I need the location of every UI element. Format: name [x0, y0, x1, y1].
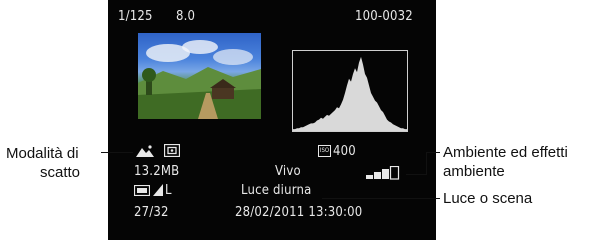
callout-ambience-line2: ambiente	[443, 163, 505, 180]
iso-value: 400	[333, 144, 356, 159]
image-quality-icon	[134, 185, 150, 196]
landscape-photo	[138, 40, 261, 119]
camera-lcd-screen: 1/125 8.0 100-0032 ISO 400 13.2MB Vivo L…	[108, 0, 436, 240]
landscape-icon	[136, 145, 154, 157]
leader-line-light-scene	[322, 198, 440, 200]
jpeg-fine-icon	[153, 184, 163, 196]
image-counter: 27/32	[134, 205, 169, 220]
file-number: 100-0032	[355, 9, 413, 24]
histogram-graph	[293, 56, 407, 131]
leader-line-shooting-mode	[101, 152, 133, 154]
callout-light-scene: Luce o scena	[443, 190, 533, 207]
ambience-level-icon	[366, 166, 400, 180]
callout-shooting-mode-line2: scatto	[40, 164, 81, 181]
leader-line-ambience-h	[426, 152, 440, 154]
brightness-histogram	[292, 50, 408, 132]
light-scene-value: Luce diurna	[241, 183, 312, 198]
leader-line-ambience-v	[426, 152, 428, 175]
shooting-datetime: 28/02/2011 13:30:00	[235, 205, 363, 220]
image-thumbnail	[138, 33, 261, 119]
file-size: 13.2MB	[134, 164, 180, 179]
callout-shooting-mode-line1: Modalità di	[6, 145, 79, 162]
aperture-value: 8.0	[176, 9, 196, 24]
image-quality-size: L	[165, 183, 172, 198]
shutter-speed: 1/125	[118, 9, 153, 24]
leader-line-ambience-tick	[406, 174, 427, 176]
iso-icon: ISO	[318, 145, 331, 157]
callout-ambience-line1: Ambiente ed effetti	[443, 144, 568, 161]
histogram-curve	[293, 56, 407, 131]
picture-style-ambience: Vivo	[275, 164, 301, 179]
evaluative-metering-icon	[164, 144, 180, 157]
